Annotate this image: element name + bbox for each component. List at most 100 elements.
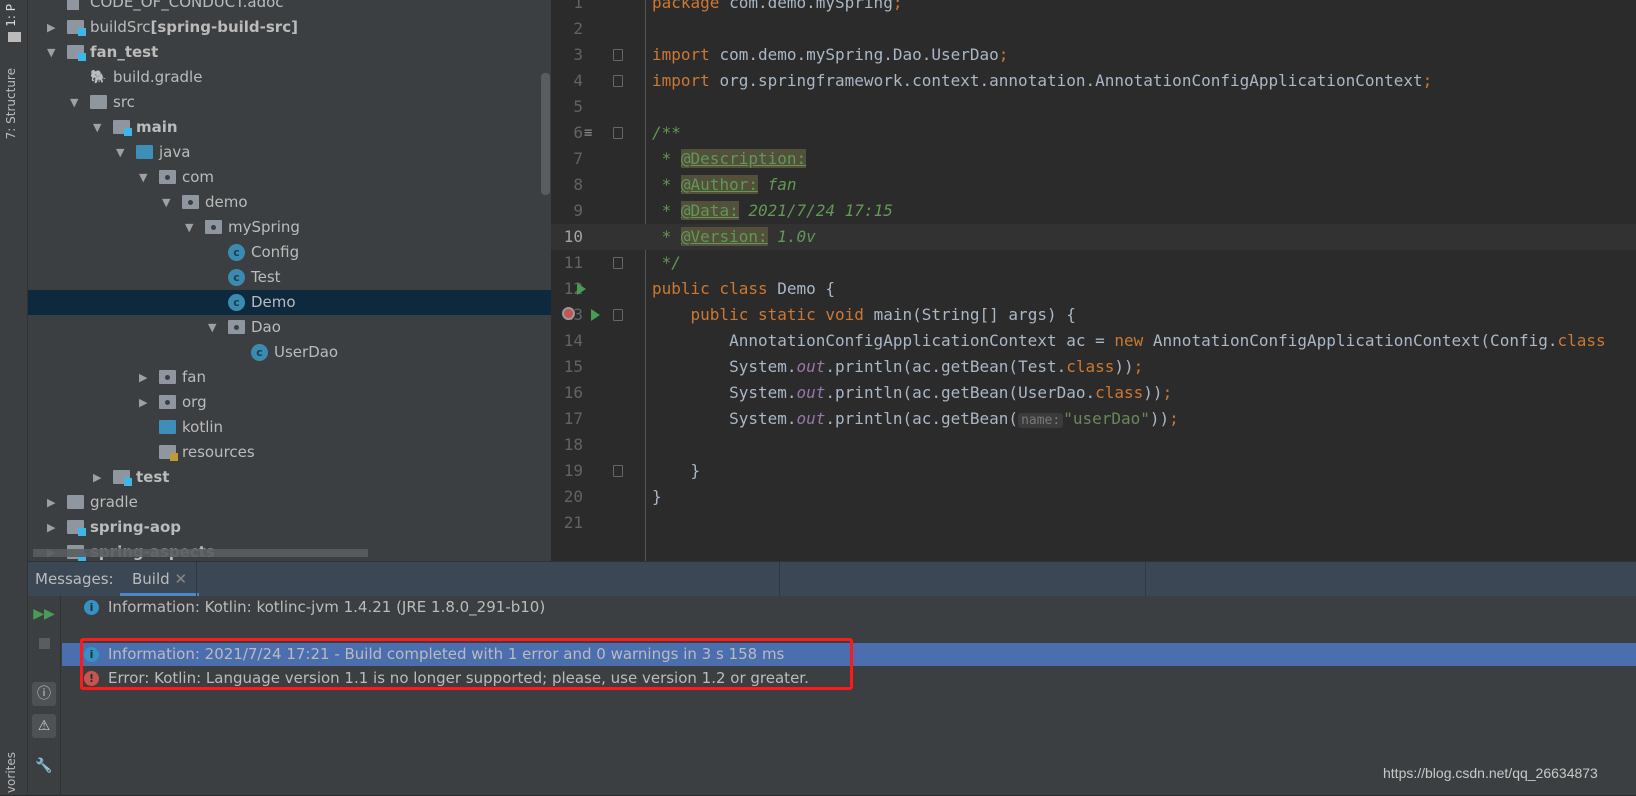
- tree-item[interactable]: 🐘 build.gradle: [28, 65, 551, 90]
- tree-item[interactable]: ▼ mySpring: [28, 215, 551, 240]
- code-line[interactable]: 14 AnnotationConfigApplicationContext ac…: [551, 328, 1636, 354]
- rerun-icon[interactable]: ▶▶: [32, 602, 56, 626]
- tree-item[interactable]: ▼ fan_test: [28, 40, 551, 65]
- fold-marker-icon[interactable]: [613, 49, 623, 61]
- tree-item[interactable]: ▶ org: [28, 390, 551, 415]
- tree-item[interactable]: ▶ fan: [28, 365, 551, 390]
- code-line[interactable]: 3 import com.demo.mySpring.Dao.UserDao;: [551, 42, 1636, 68]
- fold-marker-icon[interactable]: [613, 257, 623, 269]
- chevron-down-icon[interactable]: ▼: [185, 215, 193, 240]
- chevron-down-icon[interactable]: ▼: [139, 165, 147, 190]
- tree-horizontal-scrollbar[interactable]: [33, 549, 368, 557]
- code-line[interactable]: 5: [551, 94, 1636, 120]
- close-icon[interactable]: ✕: [174, 570, 187, 588]
- fold-marker-icon[interactable]: [613, 465, 623, 477]
- code-token: @Description:: [680, 149, 807, 168]
- code-token: System.: [652, 357, 797, 376]
- source-folder-icon: [136, 145, 153, 159]
- tree-item[interactable]: ▼ com: [28, 165, 551, 190]
- tree-item[interactable]: c Config: [28, 240, 551, 265]
- tree-item[interactable]: c Test: [28, 265, 551, 290]
- code-token: com.demo.mySpring: [729, 0, 893, 12]
- code-line[interactable]: 12 public class Demo {: [551, 276, 1636, 302]
- code-line[interactable]: 8 * @Author: fan: [551, 172, 1636, 198]
- favorites-tool-tab[interactable]: vorites: [4, 752, 18, 793]
- code-editor[interactable]: 1 package com.demo.mySpring; 2 3 import com.…: [551, 0, 1636, 561]
- code-line[interactable]: 6 ≡ /**: [551, 120, 1636, 146]
- chevron-right-icon[interactable]: ▶: [47, 15, 55, 40]
- structure-tool-tab[interactable]: 7: Structure: [4, 68, 18, 139]
- chevron-right-icon[interactable]: ▶: [139, 390, 147, 415]
- code-line[interactable]: 17 System.out.println(ac.getBean(name: "u…: [551, 406, 1636, 432]
- tree-item[interactable]: ▶ test: [28, 465, 551, 490]
- code-line[interactable]: 1 package com.demo.mySpring;: [551, 0, 1636, 16]
- chevron-down-icon[interactable]: ▼: [162, 190, 170, 215]
- line-number: 2: [573, 19, 583, 38]
- code-line[interactable]: 15 System.out.println(ac.getBean(Test.cl…: [551, 354, 1636, 380]
- tree-item[interactable]: ▶ gradle: [28, 490, 551, 515]
- tree-item[interactable]: ▼ src: [28, 90, 551, 115]
- code-line[interactable]: 21: [551, 510, 1636, 536]
- fold-marker-icon[interactable]: [613, 309, 623, 321]
- warning-filter-icon[interactable]: ⚠: [32, 714, 56, 738]
- message-row[interactable]: i Information: Kotlin: kotlinc-jvm 1.4.21…: [62, 596, 1636, 619]
- tree-vertical-scrollbar[interactable]: [541, 73, 550, 195]
- tree-item-label: org: [182, 393, 207, 411]
- code-token: *: [652, 201, 681, 220]
- code-line[interactable]: 20}: [551, 484, 1636, 510]
- code-token: import: [652, 45, 720, 64]
- chevron-right-icon[interactable]: ▶: [93, 465, 101, 490]
- chevron-down-icon[interactable]: ▼: [116, 140, 124, 165]
- line-number: 3: [573, 45, 583, 64]
- tab-build[interactable]: Build ✕: [120, 562, 200, 596]
- chevron-right-icon[interactable]: ▶: [47, 515, 55, 540]
- tree-item[interactable]: c Demo: [28, 290, 551, 315]
- chevron-down-icon[interactable]: ▼: [70, 90, 78, 115]
- code-line[interactable]: 2: [551, 16, 1636, 42]
- code-line[interactable]: 4 import org.springframework.context.anno…: [551, 68, 1636, 94]
- code-token: System.: [652, 409, 797, 428]
- run-gutter-icon[interactable]: [591, 309, 600, 321]
- code-line[interactable]: 16 System.out.println(ac.getBean(UserDao…: [551, 380, 1636, 406]
- module-folder-icon: [67, 20, 86, 36]
- chevron-right-icon[interactable]: ▶: [47, 490, 55, 515]
- code-line[interactable]: 9 * @Data: 2021/7/24 17:15: [551, 198, 1636, 224]
- code-line[interactable]: 11 */: [551, 250, 1636, 276]
- package-dot: [165, 375, 170, 380]
- run-gutter-icon[interactable]: [577, 283, 586, 295]
- fold-marker-icon[interactable]: [613, 127, 623, 139]
- stop-icon[interactable]: [32, 632, 56, 656]
- tree-item[interactable]: ▼ demo: [28, 190, 551, 215]
- code-text: * @Author: fan: [652, 172, 797, 198]
- tree-item[interactable]: ▶ spring-aop: [28, 515, 551, 540]
- project-tool-tab[interactable]: 1: P: [4, 4, 18, 27]
- tree-item[interactable]: ▼ java: [28, 140, 551, 165]
- chevron-down-icon[interactable]: ▼: [208, 315, 216, 340]
- tree-item[interactable]: CODE_OF_CONDUCT.adoc: [28, 0, 551, 15]
- code-line[interactable]: 18: [551, 432, 1636, 458]
- doc-render-icon[interactable]: ≡: [584, 120, 592, 146]
- code-token: package: [652, 0, 730, 12]
- wrench-icon[interactable]: 🔧: [32, 754, 56, 778]
- tree-item[interactable]: ▼ Dao: [28, 315, 551, 340]
- chevron-down-icon[interactable]: ▼: [93, 115, 101, 140]
- tree-item[interactable]: ▼ main: [28, 115, 551, 140]
- code-token: import: [652, 71, 720, 90]
- tree-item-label: mySpring: [228, 218, 300, 236]
- tree-item[interactable]: kotlin: [28, 415, 551, 440]
- chevron-down-icon[interactable]: ▼: [47, 40, 55, 65]
- chevron-right-icon[interactable]: ▶: [139, 365, 147, 390]
- code-line[interactable]: 7 * @Description:: [551, 146, 1636, 172]
- code-token: @Data:: [680, 201, 739, 220]
- tree-item[interactable]: c UserDao: [28, 340, 551, 365]
- info-filter-icon[interactable]: ⓘ: [32, 682, 56, 706]
- tree-item[interactable]: resources: [28, 440, 551, 465]
- code-line[interactable]: 19 }: [551, 458, 1636, 484]
- code-line[interactable]: 13 public static void main(String[] args…: [551, 302, 1636, 328]
- override-method-icon[interactable]: [562, 307, 575, 320]
- tree-item-label: resources: [182, 443, 255, 461]
- tree-item[interactable]: ▶ buildSrc[spring-build-src]: [28, 15, 551, 40]
- fold-marker-icon[interactable]: [613, 75, 623, 87]
- code-line[interactable]: 10 * @Version: 1.0v: [551, 224, 1636, 250]
- code-token: ;: [1162, 383, 1173, 402]
